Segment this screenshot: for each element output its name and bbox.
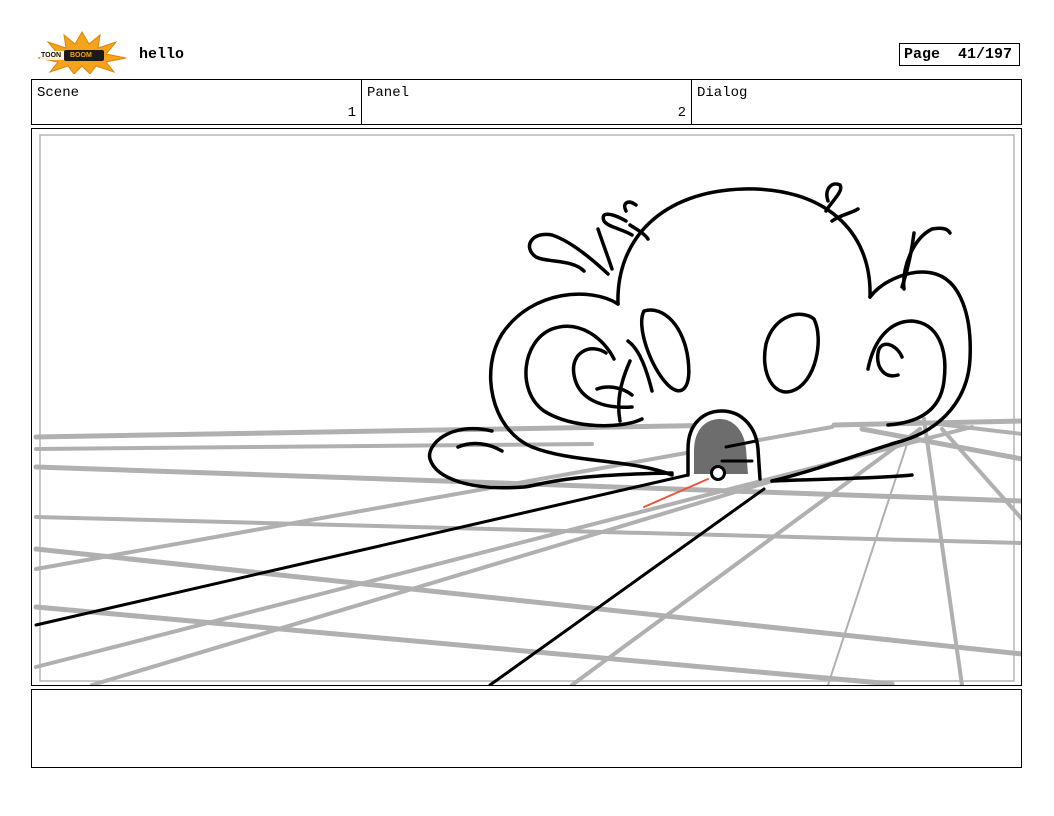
logo-text-toon: TOON (41, 52, 62, 59)
dialog-label: Dialog (697, 85, 748, 101)
panel-info-row: Scene 1 Panel 2 Dialog (31, 79, 1022, 125)
panel-cell: Panel 2 (362, 80, 692, 124)
project-title: hello (139, 46, 185, 63)
logo-text-boom: BOOM (70, 52, 92, 59)
dialog-cell: Dialog (692, 80, 1021, 124)
notes-box (31, 689, 1022, 768)
toon-boom-logo: TOON BOOM (34, 30, 130, 75)
scene-value: 1 (347, 105, 356, 121)
scene-cell: Scene 1 (32, 80, 362, 124)
octopus-character (427, 182, 972, 490)
page-label: Page (904, 46, 941, 63)
panel-label: Panel (367, 85, 410, 101)
scene-label: Scene (37, 85, 80, 101)
storyboard-panel (31, 128, 1022, 686)
page-indicator: Page 41/197 (899, 43, 1020, 66)
panel-drawing (33, 134, 1021, 685)
panel-value: 2 (677, 105, 686, 121)
perspective-grid (33, 417, 1021, 685)
page-number: 41/197 (958, 46, 1013, 63)
